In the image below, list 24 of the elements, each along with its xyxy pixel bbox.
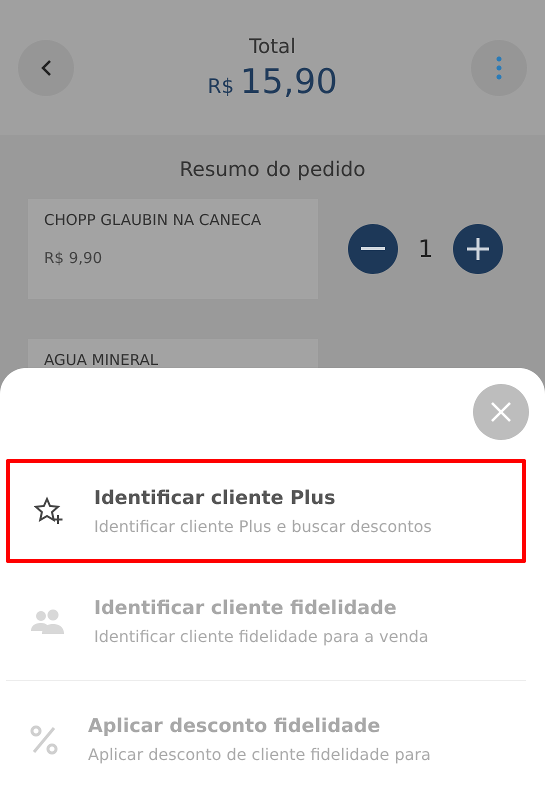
- option-title: Identificar cliente fidelidade: [94, 597, 398, 619]
- option-title: Identificar cliente Plus: [94, 486, 336, 508]
- total-amount: 15,90: [240, 62, 338, 102]
- minus-icon: [361, 247, 385, 251]
- people-icon: [30, 608, 64, 634]
- minus-button[interactable]: [348, 224, 398, 274]
- section-title: Resumo do pedido: [178, 157, 366, 181]
- option-subtitle: Identificar cliente Plus e buscar descontos: [94, 516, 432, 536]
- total-label: Total: [248, 34, 297, 58]
- star-plus-icon: [34, 496, 64, 526]
- close-icon: [490, 401, 512, 423]
- option-subtitle: Identificar cliente fidelidade para a venda: [94, 627, 429, 646]
- more-options-icon: [496, 56, 502, 80]
- item-card[interactable]: CHOPP GLAUBIN NA CANECA R$ 9,90: [28, 199, 318, 299]
- currency-symbol: R$: [208, 74, 234, 98]
- percent-icon: [30, 724, 58, 754]
- item-name: CHOPP GLAUBIN NA CANECA: [44, 211, 262, 229]
- item-name: AGUA MINERAL: [44, 351, 160, 369]
- plus-icon: [466, 237, 490, 261]
- quantity: 1: [418, 235, 434, 263]
- item-price: R$ 9,90: [44, 249, 104, 267]
- menu-option[interactable]: Identificar cliente Plus Identificar cliente Plus e buscar descontos: [6, 459, 526, 563]
- option-subtitle: Aplicar desconto de cliente fidelidade para: [88, 745, 431, 764]
- option-title: Aplicar desconto fidelidade: [88, 715, 382, 737]
